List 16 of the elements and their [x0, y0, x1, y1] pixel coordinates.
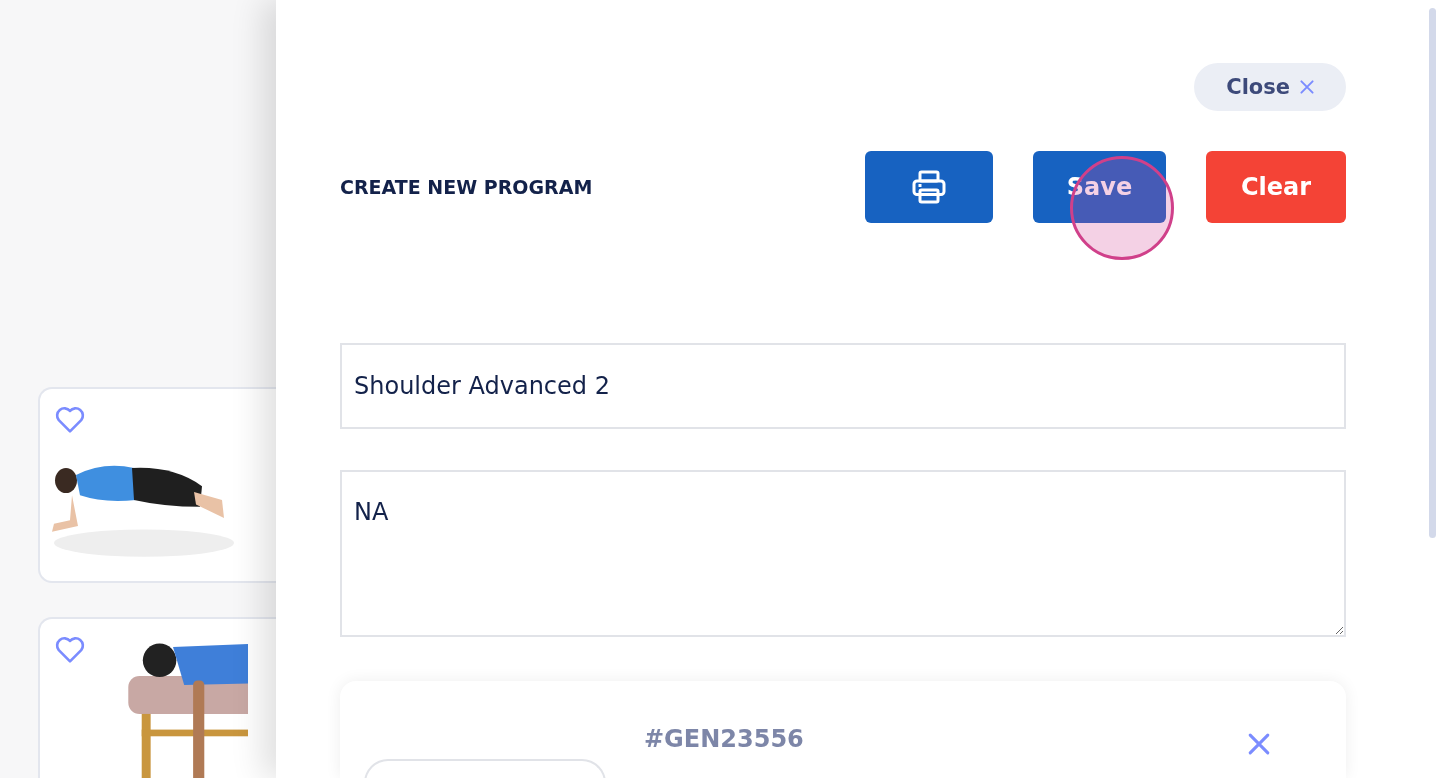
- exercise-code: #GEN23556: [644, 725, 805, 753]
- heart-icon[interactable]: [54, 635, 86, 664]
- heart-icon[interactable]: [54, 405, 86, 434]
- close-icon: [1300, 80, 1314, 94]
- close-button[interactable]: Close: [1194, 63, 1346, 111]
- clear-button[interactable]: Clear: [1206, 151, 1346, 223]
- panel-title: CREATE NEW PROGRAM: [340, 176, 594, 198]
- program-name-field[interactable]: Shoulder Advanced 2: [340, 343, 1346, 429]
- remove-button[interactable]: [1248, 733, 1270, 755]
- close-icon: [1248, 733, 1270, 755]
- scrollbar[interactable]: [1429, 8, 1436, 538]
- exercise-card[interactable]: [38, 617, 276, 778]
- exercise-card[interactable]: [38, 387, 276, 583]
- printer-icon: [911, 170, 947, 204]
- description-field[interactable]: NA: [340, 470, 1346, 637]
- print-button[interactable]: [865, 151, 993, 223]
